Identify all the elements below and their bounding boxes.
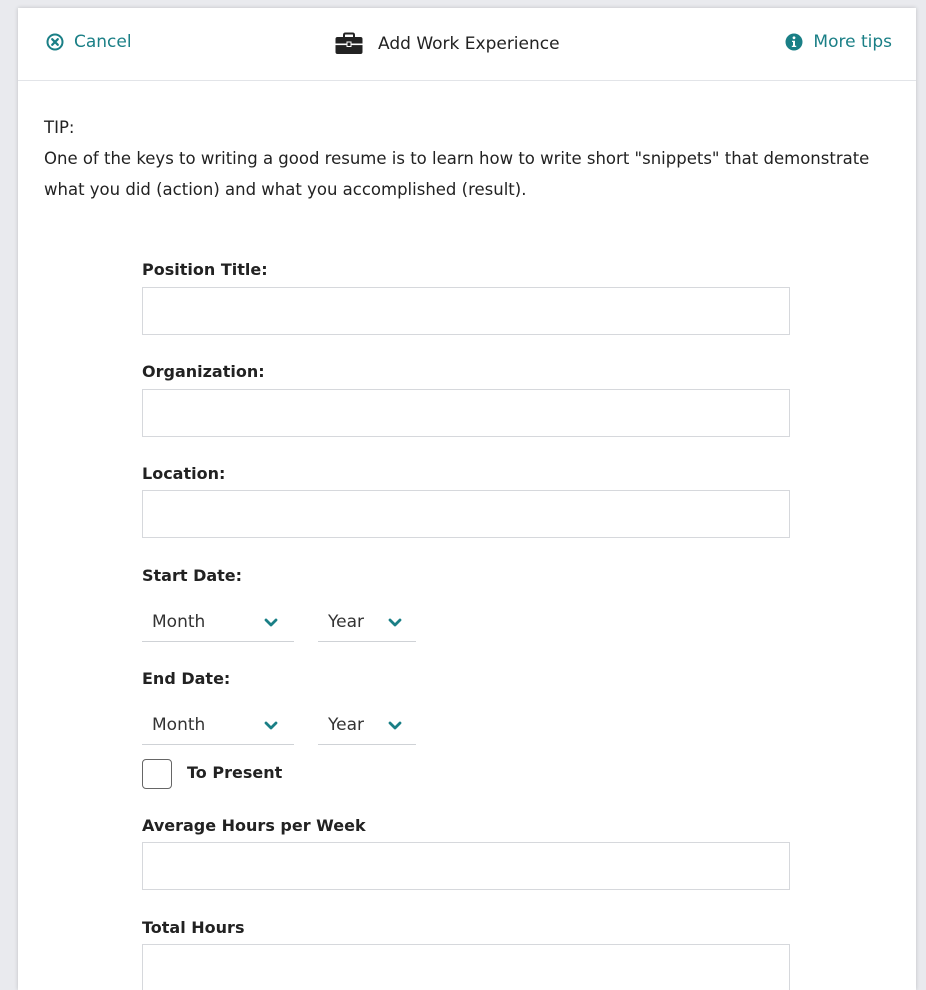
more-tips-link[interactable]: More tips (785, 32, 892, 52)
chevron-down-icon (388, 721, 402, 730)
chevron-down-icon (388, 618, 402, 627)
cancel-button[interactable]: Cancel (46, 32, 132, 52)
add-work-experience-panel: Cancel Add Work Experience More tips TIP… (18, 8, 916, 990)
end-date-label: End Date: (142, 669, 231, 688)
info-circle-icon (785, 33, 803, 51)
close-circle-icon (46, 33, 64, 51)
location-input[interactable] (142, 490, 790, 538)
to-present-checkbox[interactable] (142, 759, 172, 789)
more-tips-label: More tips (813, 32, 892, 52)
start-date-label: Start Date: (142, 566, 243, 585)
total-hours-label: Total Hours (142, 918, 245, 937)
total-hours-input[interactable] (142, 944, 790, 990)
chevron-down-icon (264, 618, 278, 627)
panel-header: Cancel Add Work Experience More tips (18, 8, 916, 81)
start-month-select[interactable]: Month (142, 602, 294, 642)
end-month-select[interactable]: Month (142, 705, 294, 745)
page-title-text: Add Work Experience (378, 34, 560, 54)
page-title: Add Work Experience (334, 32, 560, 56)
start-month-value: Month (152, 611, 206, 632)
tip-section: TIP: One of the keys to writing a good r… (44, 112, 884, 205)
chevron-down-icon (264, 721, 278, 730)
briefcase-icon (335, 32, 363, 54)
organization-input[interactable] (142, 389, 790, 437)
cancel-label: Cancel (74, 32, 132, 52)
avg-hours-label: Average Hours per Week (142, 816, 366, 835)
position-title-input[interactable] (142, 287, 790, 335)
tip-text: One of the keys to writing a good resume… (44, 149, 870, 199)
to-present-label[interactable]: To Present (187, 763, 282, 782)
end-year-select[interactable]: Year (318, 705, 416, 745)
end-month-value: Month (152, 714, 206, 735)
start-year-select[interactable]: Year (318, 602, 416, 642)
end-year-value: Year (328, 714, 364, 735)
avg-hours-input[interactable] (142, 842, 790, 890)
position-title-label: Position Title: (142, 260, 268, 279)
start-year-value: Year (328, 611, 364, 632)
tip-heading: TIP: (44, 118, 75, 137)
location-label: Location: (142, 464, 226, 483)
organization-label: Organization: (142, 362, 265, 381)
